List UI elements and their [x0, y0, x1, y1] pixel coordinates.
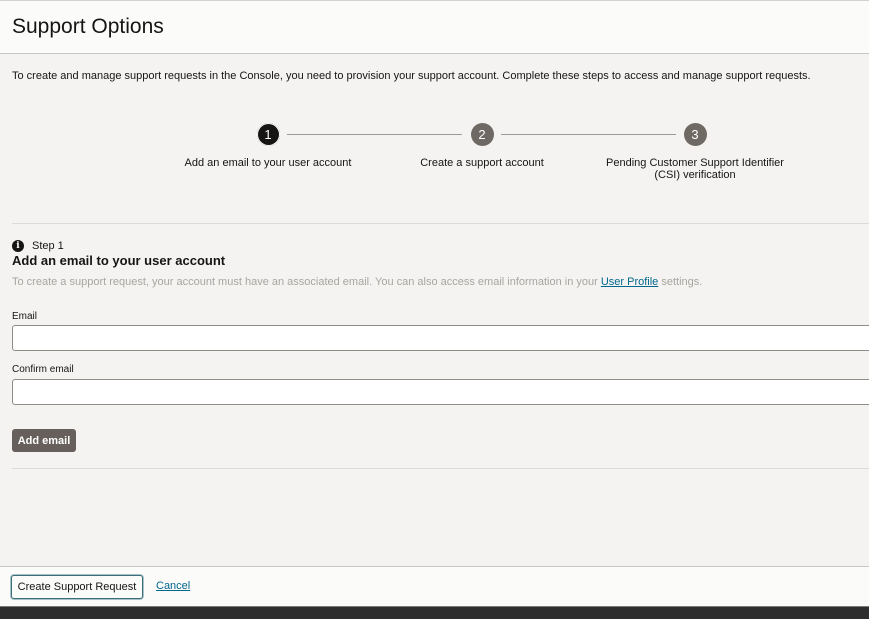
page-title: Support Options — [12, 15, 164, 38]
info-icon: i — [12, 240, 24, 252]
step-kicker: Step 1 — [32, 240, 64, 252]
step-3-label: Pending Customer Support Identifier (CSI… — [606, 157, 784, 181]
step-1-number: 1 — [256, 123, 280, 146]
step-1-label: Add an email to your user account — [184, 157, 352, 169]
description-suffix: settings. — [658, 276, 703, 288]
description-text: To create a support request, your accoun… — [12, 276, 601, 288]
confirm-email-field[interactable] — [12, 379, 869, 405]
step-2-number: 2 — [470, 123, 494, 146]
add-email-button[interactable]: Add email — [12, 429, 76, 452]
form-divider — [12, 468, 869, 469]
step-2-label: Create a support account — [420, 157, 544, 169]
progress-stepper: 1 Add an email to your user account 2 Cr… — [0, 123, 869, 193]
section-divider — [12, 223, 869, 224]
window-bottom-edge — [0, 606, 869, 619]
user-profile-link[interactable]: User Profile — [601, 276, 658, 288]
footer-bar: Create Support Request Cancel — [0, 566, 869, 606]
intro-text: To create and manage support requests in… — [12, 70, 811, 82]
section-title: Add an email to your user account — [12, 253, 226, 268]
step-1: 1 Add an email to your user account — [168, 123, 368, 169]
email-label: Email — [12, 311, 38, 322]
page-header: Support Options — [0, 0, 869, 54]
step-3-number: 3 — [683, 123, 707, 146]
step-3: 3 Pending Customer Support Identifier (C… — [605, 123, 785, 181]
step-2: 2 Create a support account — [382, 123, 582, 169]
create-support-request-button[interactable]: Create Support Request — [11, 575, 143, 599]
email-field[interactable] — [12, 325, 869, 351]
section-description: To create a support request, your accoun… — [12, 276, 702, 289]
cancel-link[interactable]: Cancel — [156, 580, 190, 593]
confirm-email-label: Confirm email — [12, 364, 74, 375]
